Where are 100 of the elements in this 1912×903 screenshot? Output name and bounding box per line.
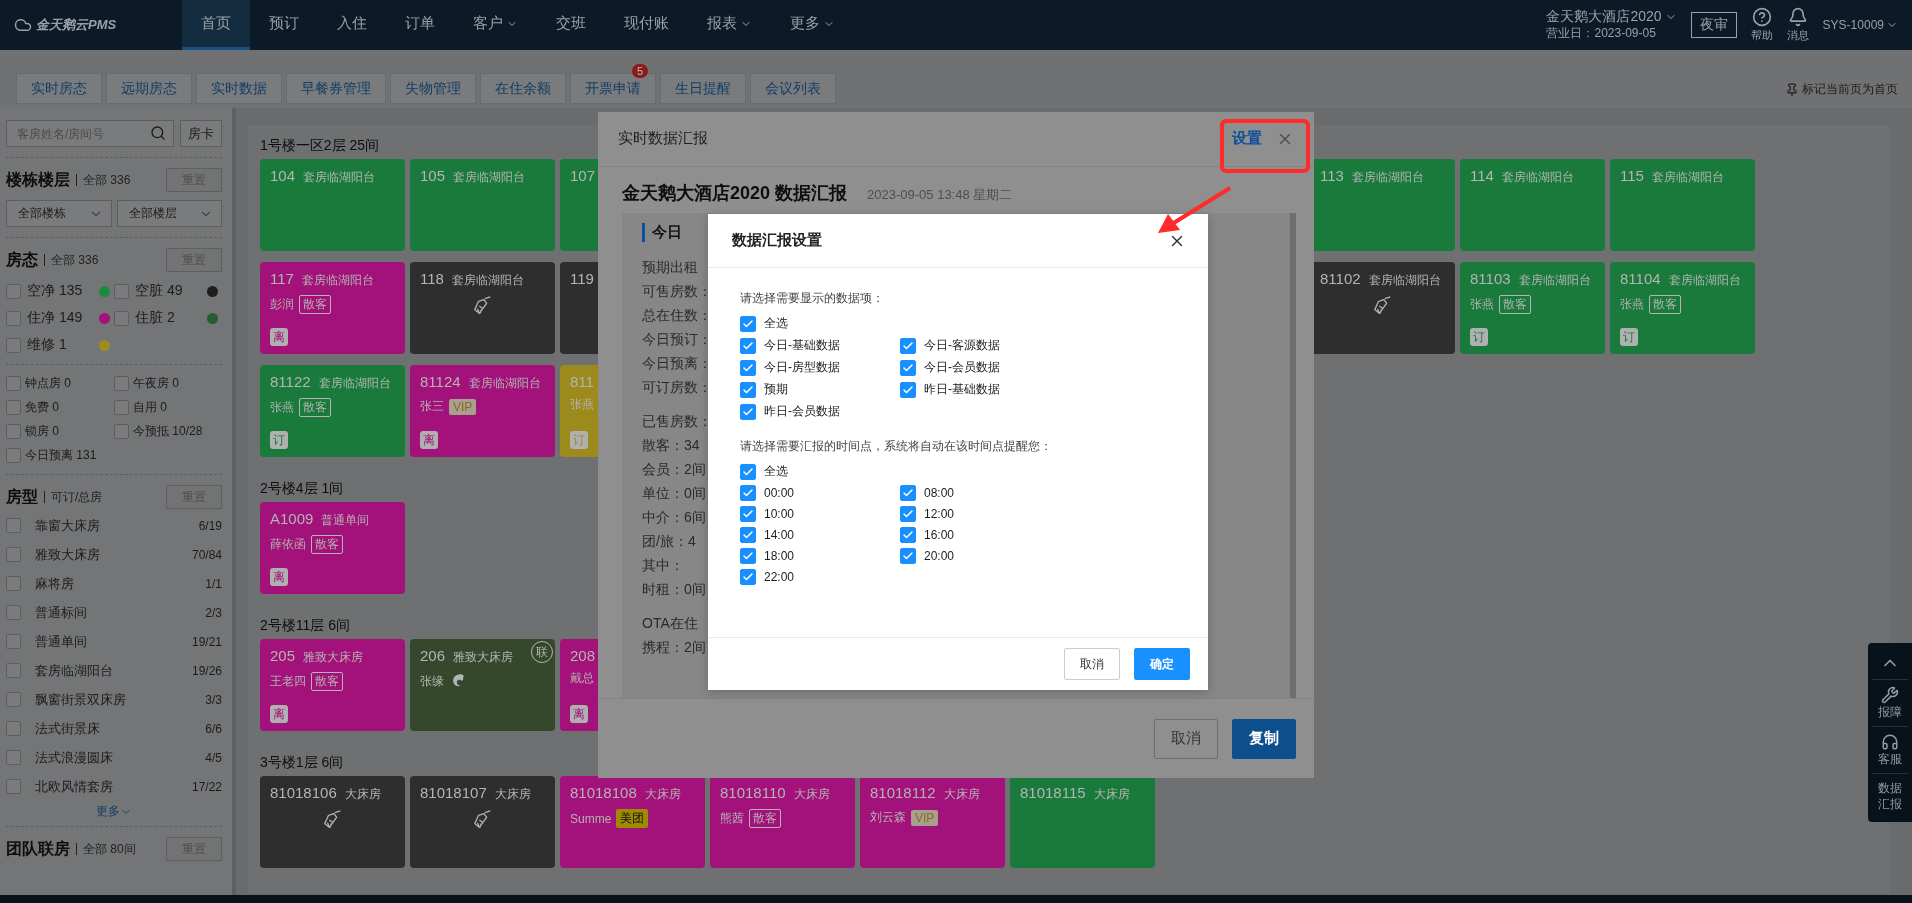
copy-button[interactable]: 复制 bbox=[1232, 718, 1296, 759]
room-card[interactable]: 81122 套房临湖阳台 张燕 散客 订 bbox=[260, 365, 405, 457]
room-card[interactable]: 81018110 大床房 熊茜 散客 bbox=[710, 776, 855, 868]
checkbox[interactable] bbox=[900, 527, 916, 543]
checkbox[interactable] bbox=[6, 721, 21, 736]
pin-home-link[interactable]: 标记当前页为首页 bbox=[1802, 81, 1898, 98]
checkbox[interactable] bbox=[740, 569, 756, 585]
messages-label[interactable]: 消息 bbox=[1786, 28, 1809, 43]
nav-item[interactable]: 客户 bbox=[454, 0, 537, 50]
checkbox[interactable] bbox=[740, 381, 756, 398]
room-card[interactable]: 104 套房临湖阳台 bbox=[260, 159, 405, 251]
room-card[interactable]: 81104 套房临湖阳台 张燕 散客 订 bbox=[1610, 262, 1755, 354]
room-card[interactable]: 206 雅致大床房 张缘 联 bbox=[410, 639, 555, 731]
select-field[interactable]: 全部楼层 bbox=[116, 200, 222, 227]
night-audit-button[interactable]: 夜审 bbox=[1690, 12, 1737, 38]
checkbox[interactable] bbox=[6, 692, 21, 707]
room-card[interactable]: A1009 普通单间 薛依函 散客 离 bbox=[260, 502, 405, 594]
checkbox[interactable] bbox=[6, 518, 21, 533]
checkbox[interactable] bbox=[740, 403, 756, 420]
wrench-icon[interactable] bbox=[1881, 686, 1899, 704]
help-icon[interactable] bbox=[1751, 7, 1772, 27]
more-link[interactable]: 更多 bbox=[96, 803, 132, 820]
checkbox[interactable] bbox=[900, 485, 916, 501]
room-card[interactable]: 105 套房临湖阳台 bbox=[410, 159, 555, 251]
room-card[interactable]: 81124 套房临湖阳台 张三 VIP 离 bbox=[410, 365, 555, 457]
nav-item[interactable]: 预订 bbox=[250, 0, 318, 50]
checkbox[interactable] bbox=[6, 376, 21, 391]
room-card[interactable]: 81018112 大床房 刘云森 VIP bbox=[860, 776, 1005, 868]
checkbox[interactable] bbox=[6, 750, 21, 765]
page-tab[interactable]: 早餐券管理 bbox=[286, 73, 386, 104]
checkbox[interactable] bbox=[6, 576, 21, 591]
checkbox[interactable] bbox=[740, 548, 756, 564]
page-tab[interactable]: 实时数据 bbox=[196, 73, 282, 104]
checkbox[interactable] bbox=[740, 485, 756, 501]
checkbox[interactable] bbox=[114, 283, 129, 299]
checkbox[interactable] bbox=[6, 448, 21, 463]
room-card[interactable]: 81018108 大床房 Summe 美团 bbox=[560, 776, 705, 868]
checkbox[interactable] bbox=[6, 310, 21, 326]
cancel-button[interactable]: 取消 bbox=[1154, 718, 1218, 759]
room-card[interactable]: 81103 套房临湖阳台 张燕 散客 订 bbox=[1460, 262, 1605, 354]
checkbox[interactable] bbox=[114, 424, 129, 439]
page-tab[interactable]: 失物管理 bbox=[390, 73, 476, 104]
checkbox[interactable] bbox=[6, 663, 21, 678]
checkbox[interactable] bbox=[740, 527, 756, 543]
nav-item[interactable]: 交班 bbox=[537, 0, 605, 50]
nav-item[interactable]: 首页 bbox=[182, 0, 250, 50]
room-card[interactable]: 205 雅致大床房 王老四 散客 离 bbox=[260, 639, 405, 731]
nav-item[interactable]: 订单 bbox=[386, 0, 454, 50]
nav-item[interactable]: 报表 bbox=[688, 0, 771, 50]
room-card[interactable]: 81018107 大床房 bbox=[410, 776, 555, 868]
checkbox[interactable] bbox=[6, 547, 21, 562]
checkbox[interactable] bbox=[6, 634, 21, 649]
settings-link[interactable]: 设置 bbox=[1232, 129, 1262, 149]
page-tab[interactable]: 生日提醒 bbox=[660, 73, 746, 104]
checkbox[interactable] bbox=[6, 605, 21, 620]
room-card-button[interactable]: 房卡 bbox=[180, 120, 222, 147]
nav-item[interactable]: 入住 bbox=[318, 0, 386, 50]
checkbox[interactable] bbox=[6, 400, 21, 415]
hotel-name[interactable]: 金天鹅大酒店2020 bbox=[1546, 8, 1662, 25]
user-name[interactable]: SYS-10009 bbox=[1822, 18, 1884, 32]
checkbox[interactable] bbox=[740, 506, 756, 522]
checkbox[interactable] bbox=[6, 424, 21, 439]
checkbox[interactable] bbox=[740, 315, 756, 332]
search-icon[interactable] bbox=[150, 125, 166, 141]
toolbar-label[interactable]: 报障 bbox=[1877, 704, 1903, 720]
room-card[interactable]: 81018106 大床房 bbox=[260, 776, 405, 868]
cancel-button[interactable]: 取消 bbox=[1064, 648, 1120, 680]
checkbox[interactable] bbox=[6, 283, 21, 299]
page-tab[interactable]: 会议列表 bbox=[750, 73, 836, 104]
checkbox[interactable] bbox=[740, 463, 756, 480]
toolbar-label[interactable]: 数据汇报 bbox=[1877, 780, 1903, 812]
checkbox[interactable] bbox=[900, 359, 916, 376]
nav-item[interactable]: 更多 bbox=[771, 0, 854, 50]
toolbar-label[interactable]: 客服 bbox=[1877, 751, 1903, 767]
checkbox[interactable] bbox=[6, 337, 21, 353]
room-card[interactable]: 114 套房临湖阳台 bbox=[1460, 159, 1605, 251]
page-tab[interactable]: 实时房态 bbox=[16, 73, 102, 104]
select-field[interactable]: 全部楼栋 bbox=[6, 200, 112, 227]
page-tab[interactable]: 在住余额 bbox=[480, 73, 566, 104]
checkbox[interactable] bbox=[900, 381, 916, 398]
checkbox[interactable] bbox=[114, 376, 129, 391]
help-label[interactable]: 帮助 bbox=[1750, 28, 1773, 43]
checkbox[interactable] bbox=[900, 548, 916, 564]
checkbox[interactable] bbox=[740, 337, 756, 354]
checkbox[interactable] bbox=[114, 400, 129, 415]
nav-item[interactable]: 现付账 bbox=[605, 0, 688, 50]
checkbox[interactable] bbox=[114, 310, 129, 326]
pin-icon[interactable] bbox=[1785, 82, 1799, 97]
room-card[interactable]: 81018115 大床房 bbox=[1010, 776, 1155, 868]
room-card[interactable]: 115 套房临湖阳台 bbox=[1610, 159, 1755, 251]
checkbox[interactable] bbox=[900, 506, 916, 522]
headphones-icon[interactable] bbox=[1881, 733, 1899, 751]
bell-icon[interactable] bbox=[1787, 7, 1808, 27]
checkbox[interactable] bbox=[740, 359, 756, 376]
checkbox[interactable] bbox=[6, 779, 21, 794]
checkbox[interactable] bbox=[900, 337, 916, 354]
confirm-button[interactable]: 确定 bbox=[1134, 648, 1190, 680]
room-card[interactable]: 118 套房临湖阳台 bbox=[410, 262, 555, 354]
page-tab[interactable]: 远期房态 bbox=[106, 73, 192, 104]
room-card[interactable]: 117 套房临湖阳台 彭润 散客 离 bbox=[260, 262, 405, 354]
